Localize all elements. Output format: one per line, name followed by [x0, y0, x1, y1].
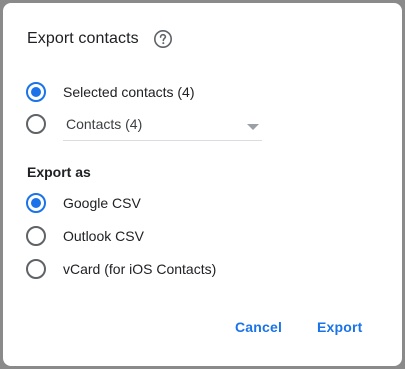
export-as-heading: Export as — [27, 164, 91, 180]
radio-google-csv[interactable]: Google CSV — [26, 191, 141, 215]
radio-button-unchecked[interactable] — [26, 114, 46, 134]
radio-outlook-csv[interactable]: Outlook CSV — [26, 224, 144, 248]
radio-label: Outlook CSV — [63, 228, 144, 244]
export-contacts-dialog: Export contacts Selected contacts (4) Co… — [3, 3, 402, 366]
dialog-title: Export contacts — [27, 30, 139, 47]
contacts-label-dropdown[interactable]: Contacts (4) — [63, 109, 262, 141]
dropdown-selected-value: Contacts (4) — [66, 116, 143, 132]
dialog-header: Export contacts — [27, 27, 173, 51]
radio-vcard[interactable]: vCard (for iOS Contacts) — [26, 257, 216, 281]
radio-selected-contacts[interactable]: Selected contacts (4) — [26, 80, 195, 104]
cancel-button[interactable]: Cancel — [235, 319, 282, 335]
radio-button-unchecked[interactable] — [26, 226, 46, 246]
radio-button-checked[interactable] — [26, 82, 46, 102]
help-circle-icon[interactable] — [153, 29, 173, 49]
dropdown-arrow-icon — [247, 124, 259, 130]
radio-button-checked[interactable] — [26, 193, 46, 213]
radio-label: Google CSV — [63, 195, 141, 211]
radio-label: Selected contacts (4) — [63, 84, 195, 100]
export-button[interactable]: Export — [317, 319, 363, 335]
radio-contacts-group[interactable] — [26, 112, 46, 136]
radio-button-unchecked[interactable] — [26, 259, 46, 279]
radio-label: vCard (for iOS Contacts) — [63, 261, 217, 277]
